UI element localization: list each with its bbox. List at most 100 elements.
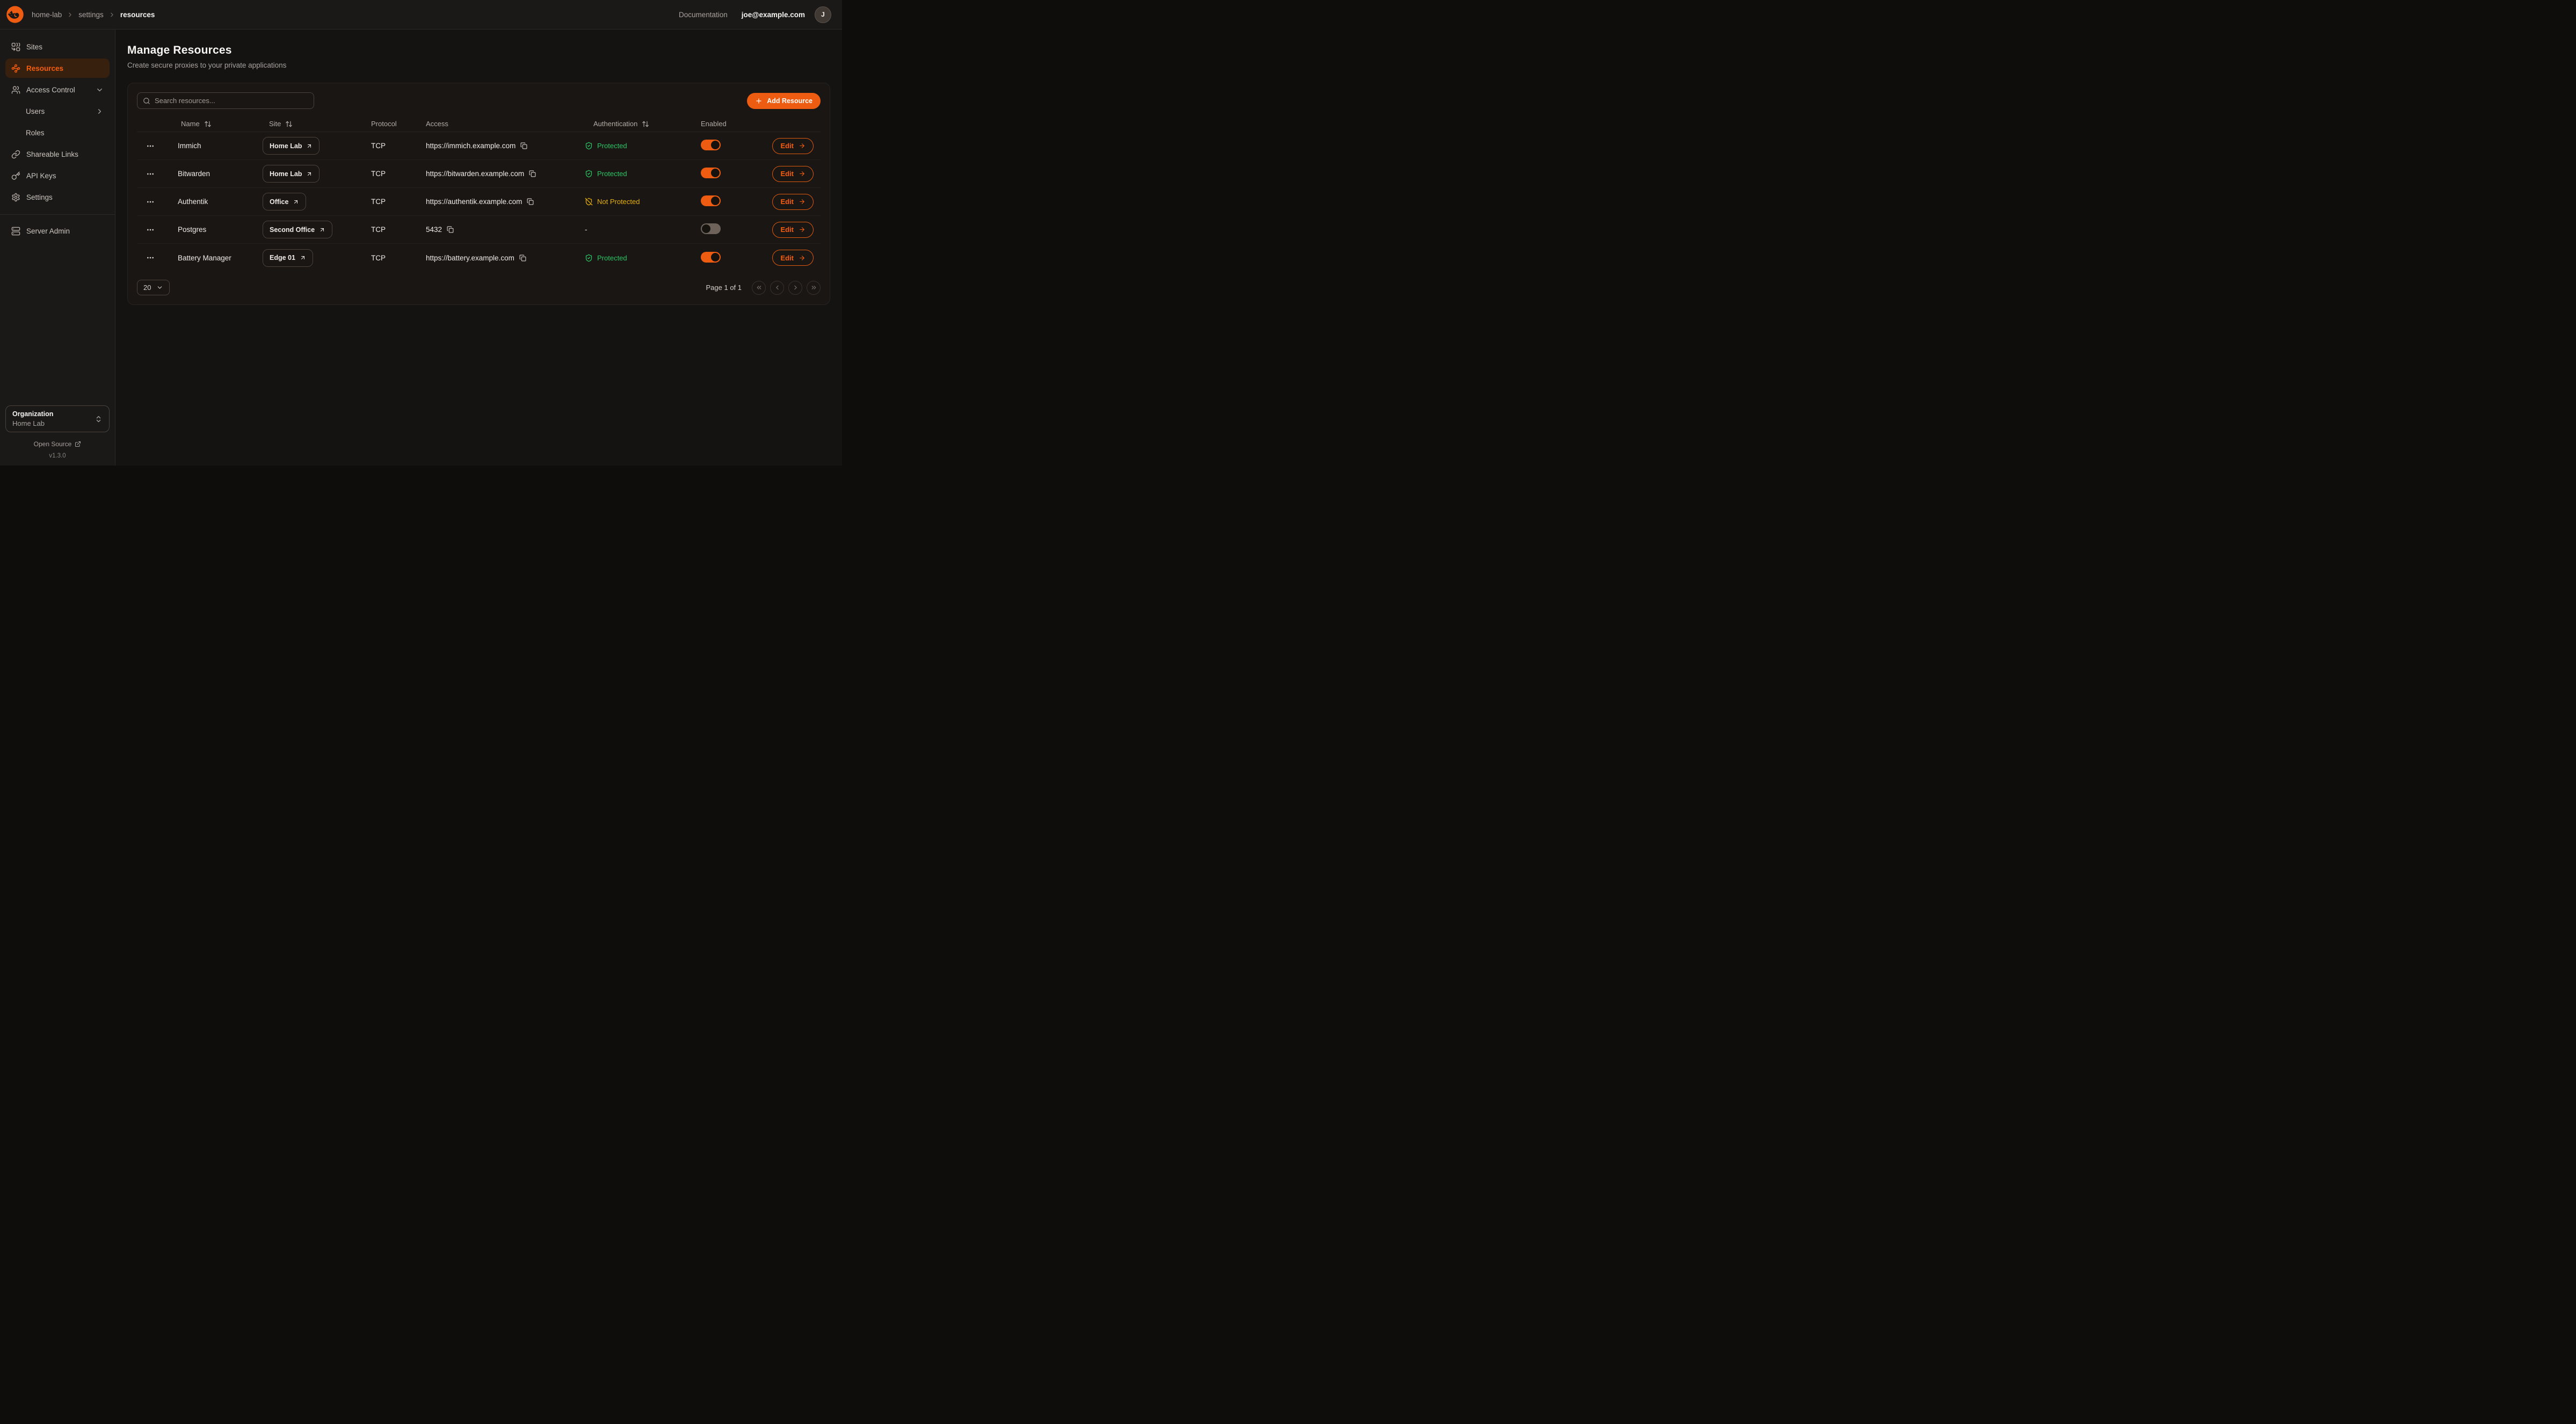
resource-protocol: TCP xyxy=(371,198,426,206)
row-menu-button[interactable] xyxy=(142,166,158,182)
add-resource-button[interactable]: Add Resource xyxy=(747,93,821,109)
enabled-toggle[interactable] xyxy=(701,195,721,206)
enabled-toggle[interactable] xyxy=(701,223,721,234)
site-label: Home Lab xyxy=(270,170,302,178)
breadcrumb-org[interactable]: home-lab xyxy=(32,11,62,19)
auth-status: Protected xyxy=(585,254,701,262)
site-link-button[interactable]: Office xyxy=(263,193,306,210)
sidebar-item-label: Resources xyxy=(26,64,63,72)
toggle-knob xyxy=(711,141,720,149)
sidebar-item-server-admin[interactable]: Server Admin xyxy=(5,221,110,241)
sidebar-item-settings[interactable]: Settings xyxy=(5,187,110,207)
site-link-button[interactable]: Home Lab xyxy=(263,137,320,155)
resource-access: 5432 xyxy=(426,226,442,234)
shield-off-icon xyxy=(585,198,593,206)
auth-status: - xyxy=(585,226,701,234)
page-subtitle: Create secure proxies to your private ap… xyxy=(127,61,830,69)
plus-icon xyxy=(755,97,763,105)
edit-button[interactable]: Edit xyxy=(772,194,814,210)
enabled-toggle[interactable] xyxy=(701,252,721,263)
organization-selector[interactable]: Organization Home Lab xyxy=(5,405,110,432)
resource-access: https://bitwarden.example.com xyxy=(426,170,524,178)
row-menu-button[interactable] xyxy=(142,250,158,266)
column-name[interactable]: Name xyxy=(172,120,260,128)
resource-name: Immich xyxy=(172,142,260,150)
arrow-right-icon xyxy=(799,170,806,177)
search-box xyxy=(137,92,314,109)
arrow-right-icon xyxy=(799,198,806,205)
arrow-up-right-icon xyxy=(306,143,313,149)
last-page-button[interactable] xyxy=(807,281,821,295)
pagination: 20 Page 1 of 1 xyxy=(137,280,821,295)
table-row: Postgres Second Office TCP 5432 - Edit xyxy=(137,216,821,244)
column-site[interactable]: Site xyxy=(260,120,371,128)
row-menu-button[interactable] xyxy=(142,138,158,154)
arrow-right-icon xyxy=(799,142,806,149)
edit-button[interactable]: Edit xyxy=(772,250,814,266)
edit-label: Edit xyxy=(780,226,794,234)
previous-page-button[interactable] xyxy=(770,281,784,295)
settings-icon xyxy=(11,193,20,202)
table-row: Immich Home Lab TCP https://immich.examp… xyxy=(137,132,821,160)
edit-button[interactable]: Edit xyxy=(772,138,814,154)
sidebar-item-api-keys[interactable]: API Keys xyxy=(5,166,110,185)
shield-check-icon xyxy=(585,142,593,150)
copy-button[interactable] xyxy=(519,255,526,261)
copy-button[interactable] xyxy=(529,170,536,177)
sidebar-item-sites[interactable]: Sites xyxy=(5,37,110,56)
waypoints-icon xyxy=(11,64,20,73)
copy-icon xyxy=(447,226,454,233)
site-link-button[interactable]: Second Office xyxy=(263,221,332,238)
page-size-value: 20 xyxy=(143,284,151,292)
site-label: Home Lab xyxy=(270,142,302,150)
sidebar-item-access-control[interactable]: Access Control xyxy=(5,80,110,99)
edit-button[interactable]: Edit xyxy=(772,222,814,238)
resource-protocol: TCP xyxy=(371,170,426,178)
site-link-button[interactable]: Edge 01 xyxy=(263,249,313,267)
copy-button[interactable] xyxy=(527,198,534,205)
breadcrumb-separator xyxy=(67,11,74,18)
arrow-up-right-icon xyxy=(306,171,313,177)
topbar: home-lab settings resources Documentatio… xyxy=(0,0,842,30)
avatar[interactable]: J xyxy=(815,6,831,23)
enabled-toggle[interactable] xyxy=(701,168,721,178)
sidebar-item-label: Access Control xyxy=(26,86,75,94)
row-menu-button[interactable] xyxy=(142,194,158,210)
sidebar-item-shareable-links[interactable]: Shareable Links xyxy=(5,144,110,164)
sidebar-item-users[interactable]: Users xyxy=(5,101,110,121)
copy-button[interactable] xyxy=(447,226,454,233)
next-page-button[interactable] xyxy=(788,281,802,295)
sidebar-item-roles[interactable]: Roles xyxy=(5,123,110,142)
row-menu-button[interactable] xyxy=(142,222,158,238)
user-email[interactable]: joe@example.com xyxy=(742,11,805,19)
pangolin-logo[interactable] xyxy=(5,5,25,24)
first-page-button[interactable] xyxy=(752,281,766,295)
auth-status-label: Protected xyxy=(597,170,627,178)
ellipsis-icon xyxy=(146,170,155,178)
sidebar-item-resources[interactable]: Resources xyxy=(5,59,110,78)
search-input[interactable] xyxy=(155,97,308,105)
resource-name: Postgres xyxy=(172,226,260,234)
column-enabled: Enabled xyxy=(701,120,760,128)
sidebar: Sites Resources Access Control Users Roles Sh… xyxy=(0,30,115,466)
enabled-toggle[interactable] xyxy=(701,140,721,150)
site-link-button[interactable]: Home Lab xyxy=(263,165,320,183)
breadcrumb-settings[interactable]: settings xyxy=(78,11,104,19)
edit-button[interactable]: Edit xyxy=(772,166,814,182)
breadcrumb-current: resources xyxy=(120,11,155,19)
column-access: Access xyxy=(426,120,585,128)
copy-button[interactable] xyxy=(520,142,527,149)
chevrons-up-down-icon xyxy=(95,415,103,423)
arrow-up-right-icon xyxy=(319,227,325,233)
resource-protocol: TCP xyxy=(371,254,426,262)
organization-label: Organization xyxy=(12,410,53,418)
table-header: Name Site Protocol Access Authenticati xyxy=(137,116,821,132)
auth-status-label: Protected xyxy=(597,142,627,150)
sidebar-item-label: Sites xyxy=(26,43,42,51)
sidebar-item-label: API Keys xyxy=(26,172,56,180)
page-size-select[interactable]: 20 xyxy=(137,280,170,295)
documentation-link[interactable]: Documentation xyxy=(679,11,728,19)
open-source-link[interactable]: Open Source xyxy=(5,440,110,448)
chevrons-left-icon xyxy=(756,284,763,291)
column-authentication[interactable]: Authentication xyxy=(585,120,701,128)
